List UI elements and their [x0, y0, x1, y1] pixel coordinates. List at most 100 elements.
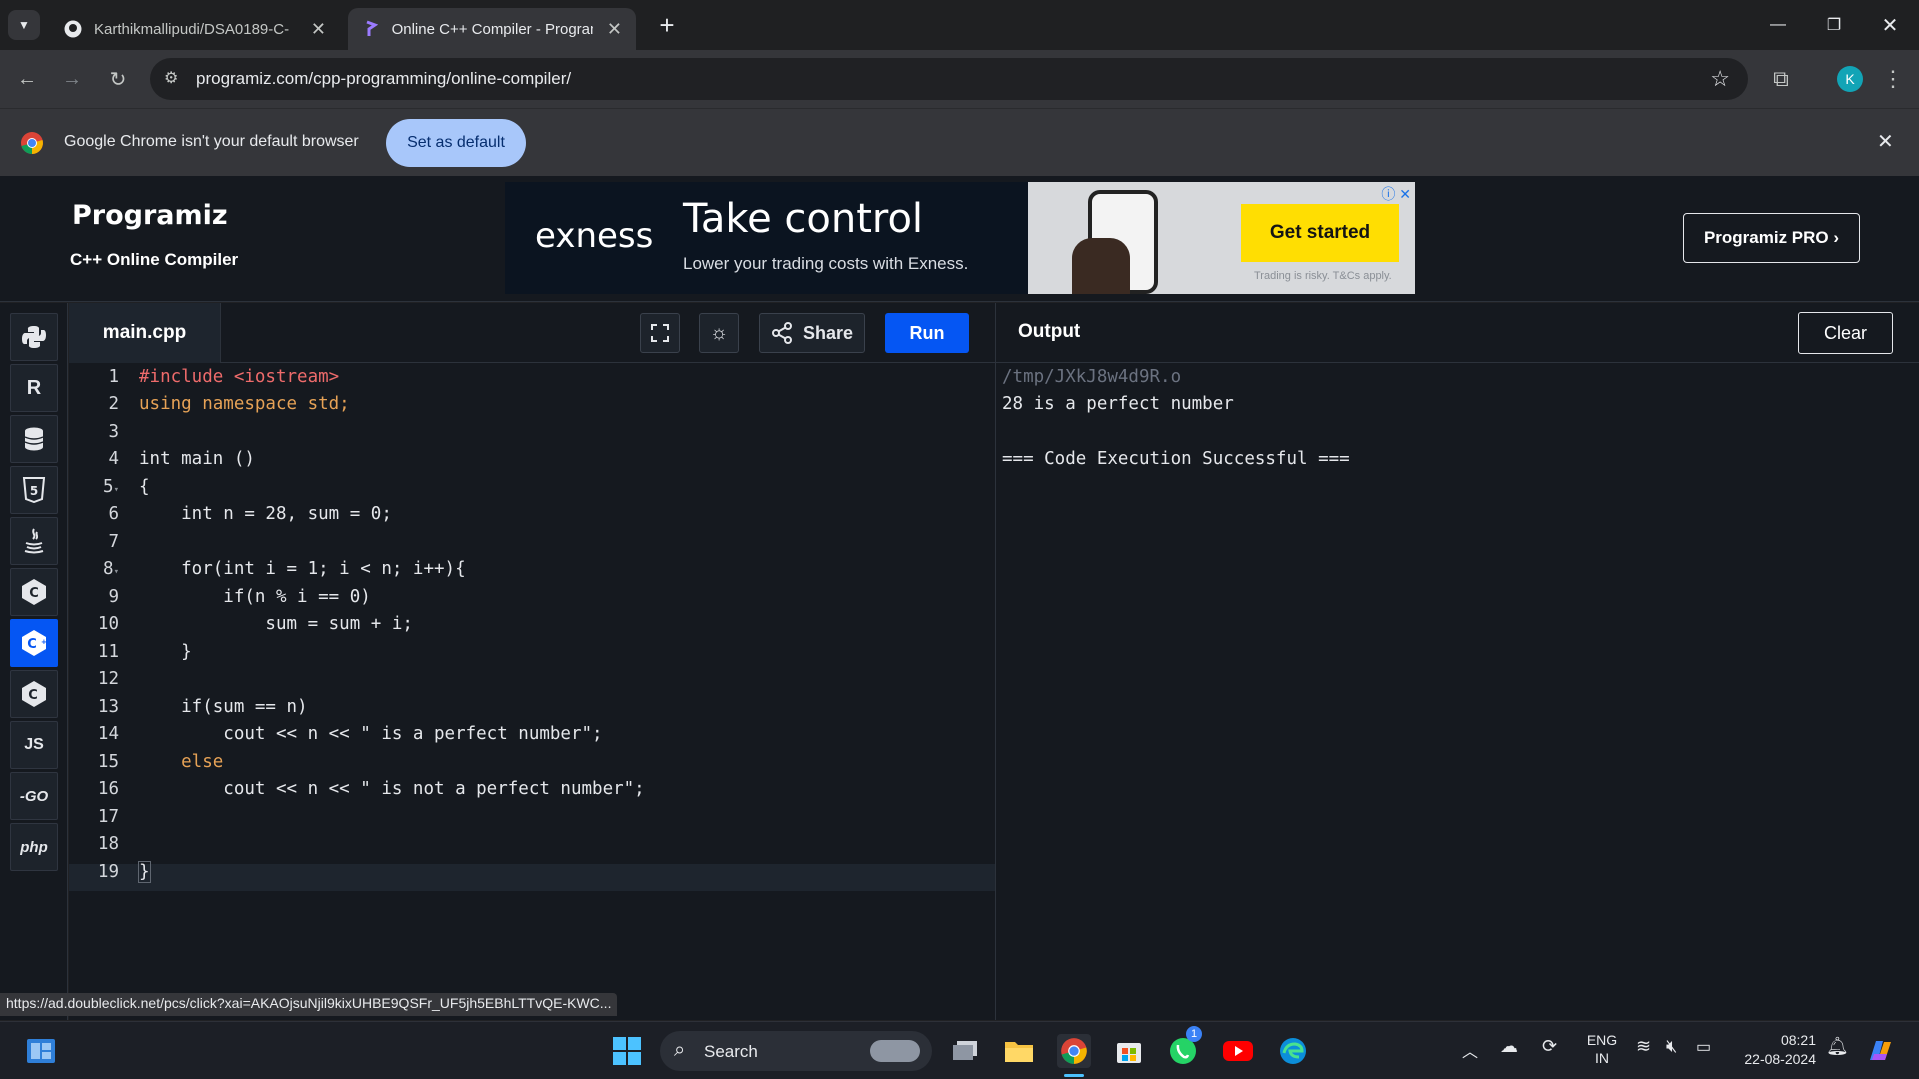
theme-toggle-button[interactable]: ☼	[699, 313, 739, 353]
taskbar-search[interactable]: ⌕ Search	[660, 1031, 932, 1071]
sql-icon[interactable]	[10, 415, 58, 463]
youtube-icon[interactable]	[1221, 1034, 1255, 1068]
close-icon[interactable]: ✕	[607, 19, 622, 40]
chrome-logo-icon	[20, 131, 44, 160]
chrome-taskbar-icon[interactable]	[1057, 1034, 1091, 1068]
code-line: int main ()	[139, 449, 255, 469]
notification-bell-icon[interactable]: 🔔︎	[1826, 1036, 1849, 1057]
csharp-icon[interactable]: C	[10, 670, 58, 718]
language-indicator[interactable]: ENG IN	[1584, 1031, 1620, 1067]
fold-marker-icon[interactable]: ▾	[114, 485, 119, 495]
task-view-icon[interactable]	[948, 1034, 982, 1068]
js-icon[interactable]: JS	[10, 721, 58, 769]
run-button[interactable]: Run	[885, 313, 969, 353]
tab-search-button[interactable]: ▼	[8, 10, 40, 40]
windows-taskbar: ⌕ Search 1 ︿ ☁ ⟳ ENG IN ≋ 🔇︎ ▭ 08:21 22-…	[0, 1021, 1919, 1079]
fullscreen-button[interactable]	[640, 313, 680, 353]
lang-label: C	[29, 586, 39, 601]
restore-icon[interactable]: ❐	[1814, 10, 1854, 40]
code-line: {	[139, 477, 150, 497]
ad-get-started-button[interactable]: Get started	[1241, 204, 1399, 262]
battery-icon[interactable]: ▭	[1696, 1037, 1711, 1057]
ad-disclaimer: Trading is risky. T&Cs apply.	[1254, 270, 1392, 282]
minimize-icon[interactable]: —	[1758, 10, 1798, 40]
sun-icon: ☼	[709, 321, 729, 344]
extensions-icon[interactable]: ⧉	[1766, 64, 1796, 94]
lang-label: JS	[24, 736, 44, 753]
more-menu-icon[interactable]: ⋮	[1878, 64, 1908, 94]
set-as-default-button[interactable]: Set as default	[386, 119, 526, 167]
profile-avatar[interactable]: K	[1837, 66, 1863, 92]
close-icon[interactable]: ✕	[311, 19, 326, 40]
whatsapp-icon[interactable]: 1	[1166, 1026, 1202, 1068]
language-sidebar: R 5 C C + C JS -GO php	[0, 303, 68, 1020]
programiz-pro-button[interactable]: Programiz PRO ›	[1683, 213, 1860, 263]
back-icon[interactable]: ←	[12, 64, 42, 94]
browser-tab-programiz[interactable]: Online C++ Compiler - Program ✕	[348, 8, 636, 50]
start-icon[interactable]	[610, 1034, 644, 1068]
region-code: IN	[1595, 1050, 1609, 1066]
forward-icon[interactable]: →	[57, 64, 87, 94]
site-info-icon[interactable]: ⚙	[164, 68, 178, 88]
close-icon[interactable]: ✕	[1877, 129, 1894, 154]
cpp-icon[interactable]: C +	[10, 619, 58, 667]
line-number: 9	[108, 587, 119, 607]
svg-text:+: +	[41, 638, 47, 646]
java-icon[interactable]	[10, 517, 58, 565]
wifi-icon[interactable]: ≋	[1636, 1036, 1651, 1057]
close-window-icon[interactable]: ✕	[1870, 10, 1910, 40]
clock[interactable]: 08:21 22-08-2024	[1736, 1031, 1816, 1069]
r-icon[interactable]: R	[10, 364, 58, 412]
active-app-indicator	[1064, 1074, 1084, 1077]
code-line: if(sum == n)	[139, 697, 308, 717]
widgets-icon[interactable]	[24, 1034, 58, 1068]
programiz-logo[interactable]: Programiz	[72, 200, 228, 231]
line-number: 11	[97, 642, 119, 662]
fold-marker-icon[interactable]: ▾	[114, 567, 119, 577]
share-button[interactable]: Share	[759, 313, 865, 353]
html-icon[interactable]: 5	[10, 466, 58, 514]
share-icon	[771, 322, 792, 344]
line-number: 5▾	[103, 477, 119, 497]
output-line: /tmp/JXkJ8w4d9R.o	[1002, 367, 1182, 387]
code-editor-pane: main.cpp ☼ Share Run 1 2 3 4 5▾ 6 7 8▾ 9…	[69, 303, 995, 1020]
new-tab-button[interactable]: +	[652, 8, 682, 42]
output-line: 28 is a perfect number	[1002, 394, 1234, 414]
sync-icon[interactable]: ⟳	[1542, 1036, 1557, 1057]
microsoft-store-icon[interactable]	[1112, 1034, 1146, 1068]
file-explorer-icon[interactable]	[1002, 1034, 1036, 1068]
reload-icon[interactable]: ↻	[103, 64, 133, 94]
copilot-icon[interactable]	[1863, 1034, 1897, 1068]
advertisement-banner[interactable]: exness Take control Lower your trading c…	[505, 182, 1415, 294]
python-icon[interactable]	[10, 313, 58, 361]
edge-icon[interactable]	[1276, 1034, 1310, 1068]
link-status-bubble: https://ad.doubleclick.net/pcs/click?xai…	[0, 993, 618, 1016]
code-area[interactable]: 1 2 3 4 5▾ 6 7 8▾ 9 10 11 12 13 14 15 16…	[69, 363, 995, 1020]
file-tab[interactable]: main.cpp	[69, 303, 221, 363]
code-line: }	[138, 861, 151, 883]
clock-time: 08:21	[1780, 1032, 1816, 1048]
hand-image	[1072, 238, 1130, 294]
output-pane: Output Clear /tmp/JXkJ8w4d9R.o 28 is a p…	[995, 303, 1919, 1020]
profile-initial: K	[1845, 71, 1855, 87]
volume-muted-icon[interactable]: 🔇︎	[1666, 1036, 1677, 1057]
bookmark-star-icon[interactable]: ☆	[1710, 66, 1730, 92]
clear-button[interactable]: Clear	[1798, 312, 1893, 354]
code-line: for(int i = 1; i < n; i++){	[139, 559, 466, 579]
url-text[interactable]: programiz.com/cpp-programming/online-com…	[196, 69, 571, 89]
show-hidden-icons[interactable]: ︿	[1462, 1038, 1478, 1062]
code-line: cout << n << " is not a perfect number";	[139, 779, 645, 799]
php-icon[interactable]: php	[10, 823, 58, 871]
browser-tab-github[interactable]: Karthikmallipudi/DSA0189-C- ✕	[50, 8, 340, 50]
tab-title: Karthikmallipudi/DSA0189-C-	[94, 20, 290, 38]
go-icon[interactable]: -GO	[10, 772, 58, 820]
ad-info-close-icon[interactable]: ⓘ ✕	[1381, 184, 1411, 204]
onedrive-icon[interactable]: ☁	[1500, 1036, 1518, 1057]
c-icon[interactable]: C	[10, 568, 58, 616]
line-number: 16	[97, 779, 119, 799]
tab-title: Online C++ Compiler - Program	[391, 20, 593, 38]
line-number: 10	[97, 614, 119, 634]
browser-toolbar: ← → ↻ ⚙ programiz.com/cpp-programming/on…	[0, 50, 1919, 108]
address-bar[interactable]: ⚙ programiz.com/cpp-programming/online-c…	[150, 58, 1748, 100]
line-number: 6	[108, 504, 119, 524]
